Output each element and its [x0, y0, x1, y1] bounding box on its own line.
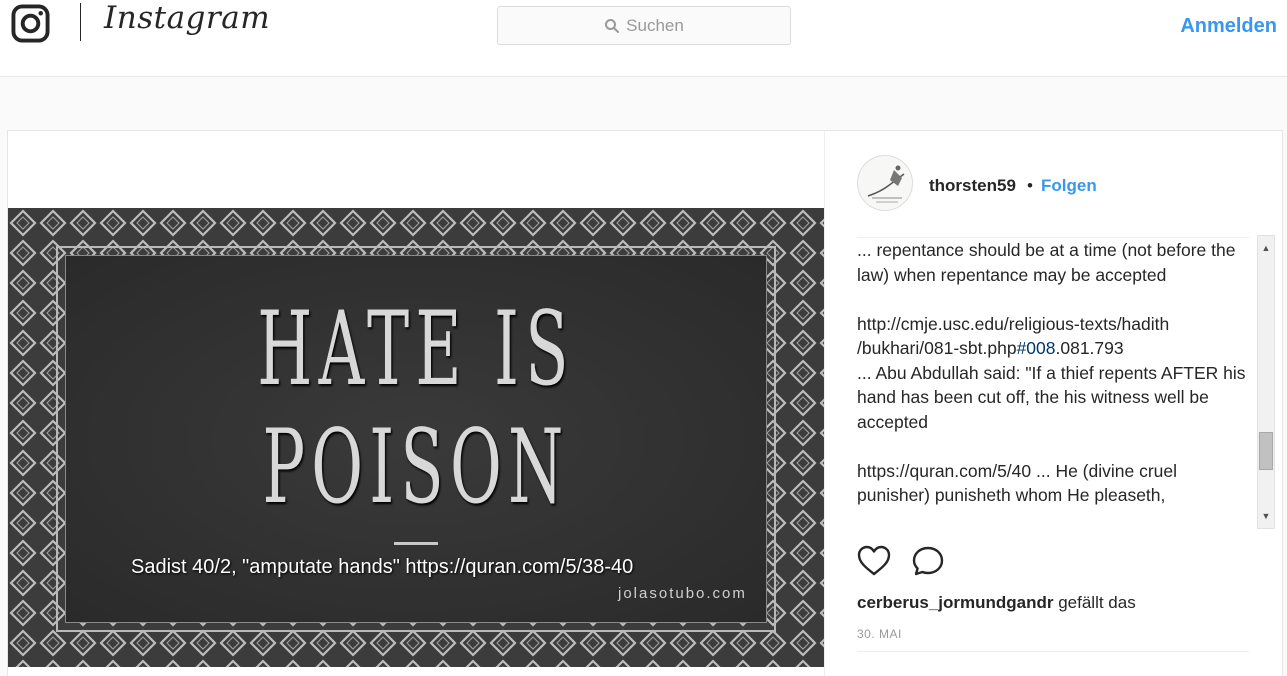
comment-text: ... repentance should be at a time (not … [857, 240, 1236, 285]
post-actions [857, 545, 1249, 579]
comments-scrollbar[interactable]: ▲ ▼ [1257, 235, 1275, 529]
login-link[interactable]: Anmelden [1180, 15, 1277, 38]
image-overlay-caption: Sadist 40/2, "amputate hands" https://qu… [131, 556, 634, 578]
search-placeholder: Suchen [626, 15, 684, 35]
comments-area[interactable]: ... repentance should be at a time (not … [857, 237, 1249, 529]
poster-dash [394, 542, 438, 545]
sidebar-divider [857, 651, 1249, 652]
instagram-camera-icon[interactable] [10, 4, 51, 43]
liker-username[interactable]: cerberus_jormundgandr [857, 593, 1054, 612]
scroll-down-arrow-icon[interactable]: ▼ [1260, 510, 1272, 522]
scrollbar-thumb[interactable] [1259, 432, 1273, 470]
search-input[interactable]: Suchen [497, 6, 791, 45]
poster-title-line-1: HATE IS [257, 290, 575, 409]
avatar[interactable] [857, 155, 913, 211]
follow-button[interactable]: Folgen [1041, 176, 1097, 196]
likes-suffix: gefällt das [1053, 593, 1136, 612]
search-icon [605, 18, 620, 33]
logo-divider [80, 3, 81, 41]
post-sidebar: thorsten59 • Folgen ... repentance shoul… [824, 131, 1282, 676]
post-image[interactable]: HATE IS POISON Sadist 40/2, "amputate ha… [8, 208, 824, 667]
likes-line: cerberus_jormundgandr gefällt das [857, 593, 1136, 613]
author-username[interactable]: thorsten59 [929, 176, 1016, 196]
instagram-wordmark[interactable]: Instagram [104, 0, 270, 36]
separator-dot: • [1027, 176, 1033, 195]
avatar-illustration [867, 165, 905, 203]
hashtag-link[interactable]: #008 [1017, 338, 1056, 358]
comment-text: https://quran.com/5/40 ... He (divine cr… [857, 460, 1178, 506]
comment-text: http://cmje.usc.edu/religious-texts/hadi… [857, 312, 1249, 435]
like-heart-icon[interactable] [857, 545, 891, 577]
scroll-up-arrow-icon[interactable]: ▲ [1260, 242, 1272, 254]
post-date[interactable]: 30. MAI [857, 627, 902, 641]
top-navigation-bar: Instagram Suchen Anmelden [0, 0, 1287, 77]
comment-bubble-icon[interactable] [911, 545, 945, 577]
image-watermark: jolasotubo.com [618, 585, 747, 602]
poster-title-line-2: POISON [262, 408, 570, 527]
